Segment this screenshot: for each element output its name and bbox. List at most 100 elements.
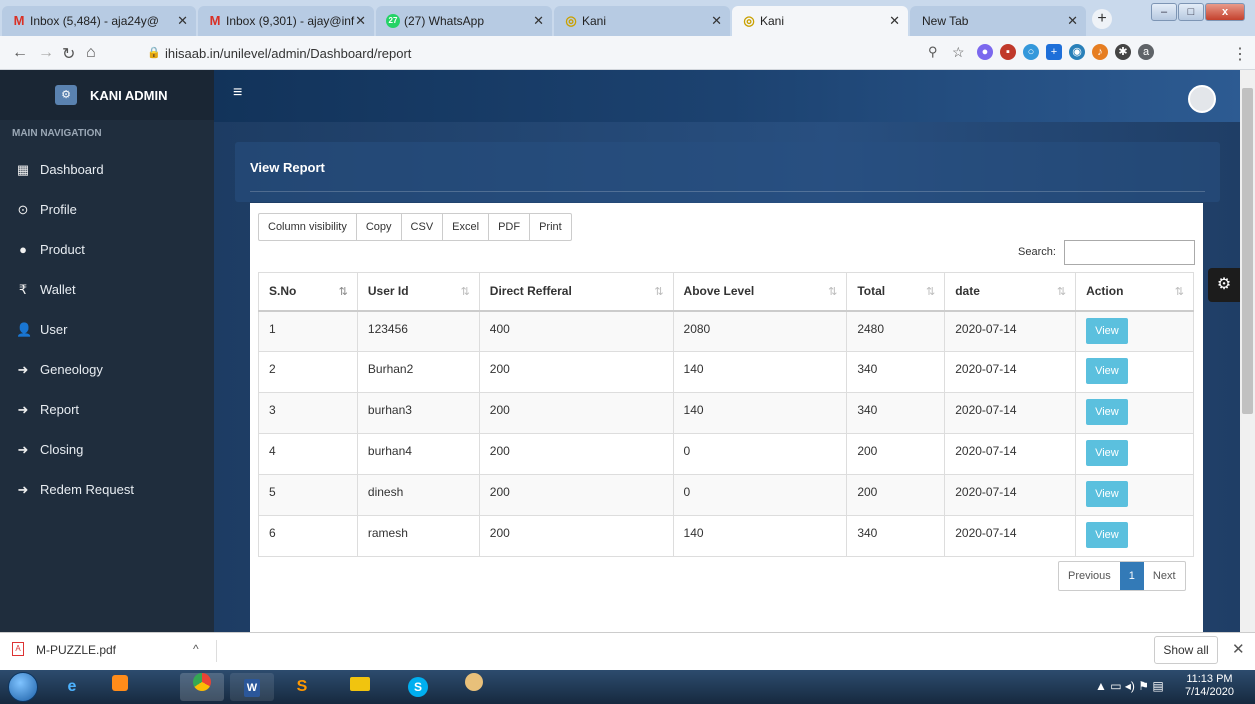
browser-tab-inbox-2[interactable]: M Inbox (9,301) - ajay@inf ✕ bbox=[198, 6, 374, 36]
browser-tab-whatsapp[interactable]: 27 (27) WhatsApp ✕ bbox=[376, 6, 552, 36]
close-icon[interactable]: ✕ bbox=[177, 13, 188, 29]
internet-explorer-icon[interactable]: e bbox=[50, 673, 94, 701]
sort-icon: ⇅ bbox=[926, 286, 936, 298]
sidebar-item-profile[interactable]: ⊙ Profile bbox=[0, 190, 214, 230]
clock[interactable]: 11:13 PM 7/14/2020 bbox=[1185, 673, 1234, 699]
tab-label: Inbox (5,484) - aja24y@ bbox=[30, 14, 159, 28]
close-icon[interactable]: ✕ bbox=[889, 13, 900, 29]
column-header-user-id[interactable]: User Id ⇅ bbox=[356, 272, 480, 312]
avatar[interactable] bbox=[1188, 85, 1216, 113]
puzzle-icon[interactable]: ✱ bbox=[1115, 44, 1131, 60]
cell-sno: 2 bbox=[258, 351, 358, 393]
print-button[interactable]: Print bbox=[530, 214, 571, 240]
skype-icon[interactable]: S bbox=[396, 673, 440, 701]
home-icon[interactable]: ⌂ bbox=[86, 44, 96, 62]
chrome-icon[interactable] bbox=[180, 673, 224, 701]
cell-above-level: 0 bbox=[672, 433, 848, 475]
sidebar-item-wallet[interactable]: ₹ Wallet bbox=[0, 270, 214, 310]
view-button[interactable]: View bbox=[1086, 358, 1128, 384]
sidebar-item-closing[interactable]: ➜ Closing bbox=[0, 430, 214, 470]
close-icon[interactable]: ✕ bbox=[711, 13, 722, 29]
media-player-icon[interactable] bbox=[98, 673, 142, 701]
sidebar-item-dashboard[interactable]: ▦ Dashboard bbox=[0, 150, 214, 190]
column-header-label: Action bbox=[1086, 284, 1124, 299]
minimize-icon[interactable]: – bbox=[1151, 3, 1177, 21]
close-icon[interactable]: ✕ bbox=[533, 13, 544, 29]
search-input[interactable] bbox=[1064, 240, 1195, 265]
sidebar-item-geneology[interactable]: ➜ Geneology bbox=[0, 350, 214, 390]
close-icon[interactable]: ✕ bbox=[1067, 13, 1078, 29]
sublime-icon[interactable]: S bbox=[280, 673, 324, 701]
close-icon[interactable]: ✕ bbox=[355, 13, 366, 29]
chevron-up-icon[interactable]: ^ bbox=[193, 642, 199, 656]
sidebar-item-product[interactable]: ● Product bbox=[0, 230, 214, 270]
start-button-icon[interactable] bbox=[8, 672, 38, 702]
gmail-icon: M bbox=[209, 13, 221, 28]
column-header-direct-refferal[interactable]: Direct Refferal ⇅ bbox=[478, 272, 674, 312]
extension-icon[interactable]: ▪ bbox=[1000, 44, 1016, 60]
sidebar-item-user[interactable]: 👤 User bbox=[0, 310, 214, 350]
copy-button[interactable]: Copy bbox=[357, 214, 402, 240]
view-button[interactable]: View bbox=[1086, 399, 1128, 425]
column-header-above-level[interactable]: Above Level ⇅ bbox=[672, 272, 848, 312]
extension-icon[interactable]: ◉ bbox=[1069, 44, 1085, 60]
cell-direct-refferal: 200 bbox=[478, 433, 674, 475]
sidebar-item-report[interactable]: ➜ Report bbox=[0, 390, 214, 430]
pagination-next[interactable]: Next bbox=[1144, 562, 1185, 590]
profile-avatar-icon[interactable]: a bbox=[1138, 44, 1154, 60]
column-header-sno[interactable]: S.No ⇅ bbox=[258, 272, 358, 312]
zoom-icon[interactable]: ⚲ bbox=[928, 44, 938, 60]
column-header-label: Direct Refferal bbox=[489, 284, 572, 299]
scrollbar-thumb[interactable] bbox=[1242, 88, 1253, 414]
column-header-total[interactable]: Total ⇅ bbox=[846, 272, 946, 312]
view-button[interactable]: View bbox=[1086, 440, 1128, 466]
divider bbox=[250, 191, 1205, 192]
bookmark-star-icon[interactable]: ☆ bbox=[952, 44, 965, 61]
excel-button[interactable]: Excel bbox=[443, 214, 490, 240]
close-icon[interactable]: ✕ bbox=[1232, 640, 1245, 658]
browser-tab-new-tab[interactable]: New Tab ✕ bbox=[910, 6, 1086, 36]
view-button[interactable]: View bbox=[1086, 481, 1128, 507]
word-icon[interactable]: W bbox=[230, 673, 274, 701]
reload-icon[interactable]: ↻ bbox=[62, 44, 75, 64]
column-visibility-button[interactable]: Column visibility bbox=[259, 214, 357, 240]
pagination-page[interactable]: 1 bbox=[1119, 562, 1144, 590]
extension-icon[interactable]: ● bbox=[977, 44, 993, 60]
forward-icon[interactable]: → bbox=[38, 44, 54, 62]
sort-icon: ⇅ bbox=[460, 286, 470, 298]
pdf-button[interactable]: PDF bbox=[489, 214, 531, 240]
browser-tab-kani-1[interactable]: ◎ Kani ✕ bbox=[554, 6, 730, 36]
view-button[interactable]: View bbox=[1086, 317, 1128, 344]
browser-tab-kani-2[interactable]: ◎ Kani ✕ bbox=[732, 6, 908, 36]
system-tray[interactable]: ▲ ▭ ◂) ⚑ ▤ bbox=[1095, 679, 1164, 693]
hamburger-menu-icon[interactable]: ≡ bbox=[233, 84, 242, 102]
browser-tab-inbox-1[interactable]: M Inbox (5,484) - aja24y@ ✕ bbox=[2, 6, 196, 36]
url-input[interactable]: ihisaab.in/unilevel/admin/Dashboard/repo… bbox=[165, 46, 411, 61]
folder-icon[interactable] bbox=[338, 673, 382, 701]
sidebar-item-redem-request[interactable]: ➜ Redem Request bbox=[0, 470, 214, 510]
back-icon[interactable]: ← bbox=[12, 44, 28, 62]
maximize-icon[interactable]: □ bbox=[1178, 3, 1204, 21]
download-item[interactable]: A M-PUZZLE.pdf ^ bbox=[12, 640, 217, 662]
column-header-date[interactable]: date ⇅ bbox=[944, 272, 1077, 312]
new-tab-button[interactable]: + bbox=[1092, 9, 1112, 29]
paint-icon[interactable] bbox=[452, 673, 496, 701]
extension-icon[interactable]: ○ bbox=[1023, 44, 1039, 60]
show-all-button[interactable]: Show all bbox=[1154, 636, 1218, 664]
column-header-action[interactable]: Action ⇅ bbox=[1075, 272, 1194, 312]
menu-dots-icon[interactable]: ⋮ bbox=[1232, 44, 1248, 64]
csv-button[interactable]: CSV bbox=[402, 214, 444, 240]
view-button[interactable]: View bbox=[1086, 522, 1128, 548]
sidebar-item-label: Report bbox=[40, 402, 80, 417]
pagination-previous[interactable]: Previous bbox=[1059, 562, 1120, 590]
extension-icon[interactable]: ♪ bbox=[1092, 44, 1108, 60]
gear-icon[interactable]: ⚙ bbox=[1208, 268, 1240, 302]
cell-action: View bbox=[1075, 310, 1194, 352]
sidebar-item-label: Geneology bbox=[40, 362, 103, 377]
brand-name[interactable]: KANI ADMIN bbox=[90, 88, 168, 103]
extension-icon[interactable]: + bbox=[1046, 44, 1062, 60]
close-window-icon[interactable]: x bbox=[1205, 3, 1245, 21]
sidebar-item-label: Profile bbox=[40, 202, 77, 217]
product-icon: ● bbox=[19, 242, 27, 257]
cell-user-id: dinesh bbox=[356, 474, 480, 516]
